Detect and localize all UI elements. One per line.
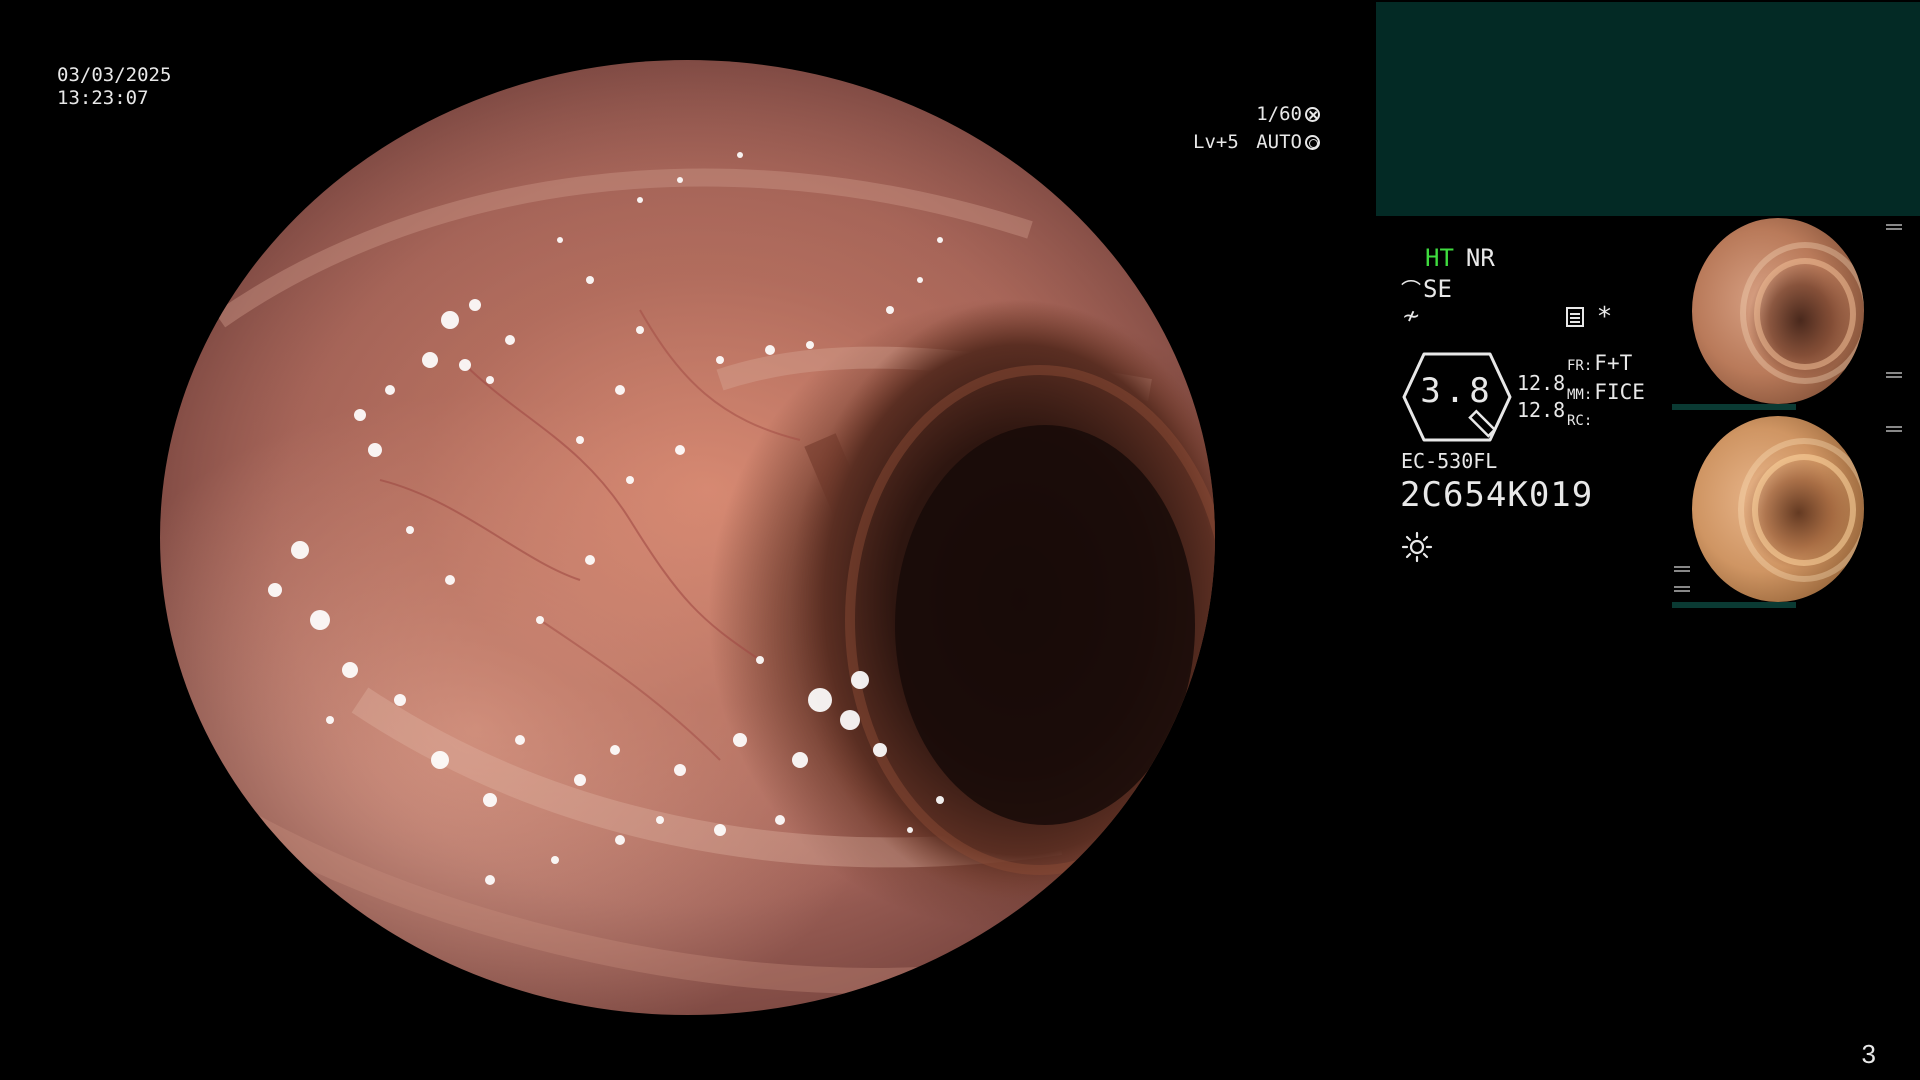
- value-1: 12.8: [1517, 371, 1566, 395]
- setting-values: 12.8 12.8: [1517, 370, 1565, 424]
- structure-enhance-row: ⌒ SE: [1401, 274, 1452, 303]
- shutter-icon: [1305, 106, 1320, 122]
- thumbnail-bar: [1672, 404, 1796, 410]
- rc-key: RC:: [1567, 413, 1593, 429]
- thumbnail-image: [1692, 416, 1864, 602]
- time-text: 13:23:07: [57, 87, 149, 109]
- mm-value: FICE: [1594, 380, 1645, 404]
- date-text: 03/03/2025: [57, 64, 172, 86]
- structure-enhance-icon: ⌒: [1401, 278, 1421, 302]
- info-panel-header: [1376, 2, 1920, 216]
- fr-row: FR: F+T: [1567, 350, 1645, 379]
- asterisk-icon: *: [1598, 302, 1611, 332]
- value-2: 12.8: [1517, 398, 1566, 422]
- iris-row: Lv+5 AUTO: [1193, 128, 1320, 156]
- rc-row: RC:: [1567, 408, 1645, 434]
- nr-mode-label: NR: [1465, 244, 1495, 272]
- memo-icon: [1566, 307, 1584, 327]
- endoscopy-screen: 03/03/2025 13:23:07 1/60 Lv+5 AUTO HT NR…: [0, 0, 1920, 1080]
- shutter-row: 1/60: [1193, 100, 1320, 128]
- iris-icon: [1305, 134, 1320, 150]
- capture-thumbnail-2[interactable]: [1672, 416, 1904, 608]
- fr-key: FR:: [1567, 358, 1593, 374]
- shutter-speed: 1/60: [1256, 103, 1302, 125]
- light-level: Lv+5: [1193, 131, 1239, 153]
- thumbnail-image: [1692, 218, 1864, 404]
- scope-model: EC-530FL: [1401, 449, 1498, 473]
- fr-value: F+T: [1594, 351, 1633, 375]
- ht-mode-label: HT: [1425, 244, 1454, 272]
- color-wave-icon: ≁: [1402, 304, 1421, 329]
- light-source-icon: [1401, 531, 1433, 563]
- exposure-overlay: 1/60 Lv+5 AUTO: [1193, 100, 1320, 156]
- page-number: 3: [1861, 1039, 1876, 1069]
- mucosa-texture: [214, 152, 1215, 994]
- endoscope-main-view: [160, 60, 1215, 1015]
- datetime-overlay: 03/03/2025 13:23:07: [57, 64, 171, 110]
- capture-thumbnail-1[interactable]: [1672, 218, 1904, 410]
- zoom-value: 3.8: [1420, 371, 1494, 411]
- status-icons: *: [1566, 302, 1611, 332]
- mode-row: HT NR: [1425, 244, 1495, 272]
- iris-mode: AUTO: [1256, 131, 1302, 153]
- mm-row: MM: FICE: [1567, 379, 1645, 408]
- thumbnail-bar: [1672, 602, 1796, 608]
- setting-labels: FR: F+T MM: FICE RC:: [1567, 350, 1645, 434]
- se-label: SE: [1423, 274, 1452, 303]
- scope-serial: 2C654K019: [1400, 475, 1594, 515]
- mm-key: MM:: [1567, 387, 1593, 403]
